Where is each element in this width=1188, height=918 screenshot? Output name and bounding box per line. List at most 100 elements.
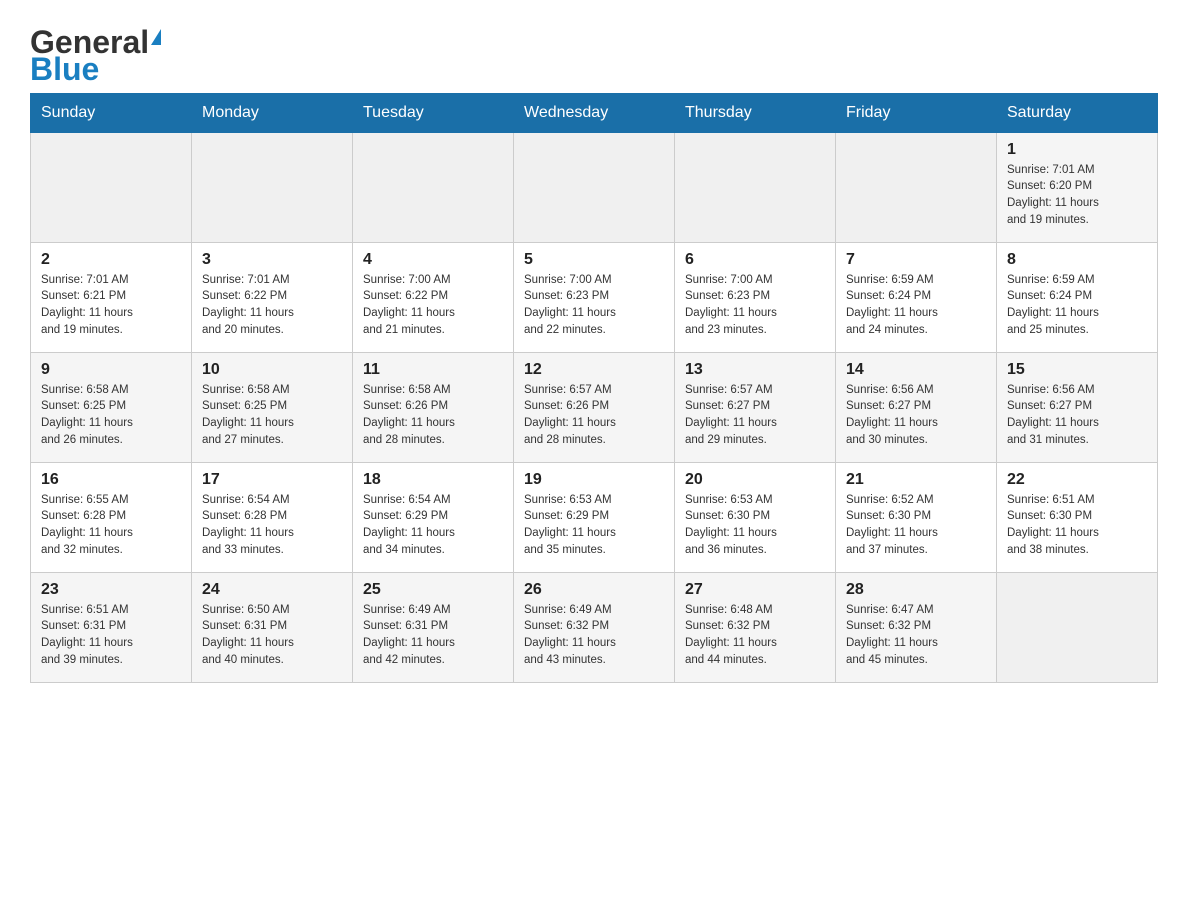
- calendar-cell: 9 Sunrise: 6:58 AM Sunset: 6:25 PM Daylig…: [31, 352, 192, 462]
- calendar-cell: 24 Sunrise: 6:50 AM Sunset: 6:31 PM Dayli…: [192, 572, 353, 682]
- calendar-cell: 27 Sunrise: 6:48 AM Sunset: 6:32 PM Dayli…: [675, 572, 836, 682]
- weekday-header-monday: Monday: [192, 93, 353, 132]
- calendar-cell: 15 Sunrise: 6:56 AM Sunset: 6:27 PM Dayli…: [997, 352, 1158, 462]
- day-number: 14: [846, 361, 986, 379]
- day-info: Sunrise: 6:48 AM Sunset: 6:32 PM Dayligh…: [685, 602, 825, 669]
- day-number: 9: [41, 361, 181, 379]
- day-number: 26: [524, 581, 664, 599]
- day-number: 12: [524, 361, 664, 379]
- day-info: Sunrise: 6:53 AM Sunset: 6:29 PM Dayligh…: [524, 492, 664, 559]
- week-row-3: 9 Sunrise: 6:58 AM Sunset: 6:25 PM Daylig…: [31, 352, 1158, 462]
- day-info: Sunrise: 6:59 AM Sunset: 6:24 PM Dayligh…: [1007, 272, 1147, 339]
- calendar-cell: 23Sunrise: 6:51 AM Sunset: 6:31 PM Dayli…: [31, 572, 192, 682]
- day-info: Sunrise: 6:49 AM Sunset: 6:31 PM Dayligh…: [363, 602, 503, 669]
- calendar-cell: 16 Sunrise: 6:55 AM Sunset: 6:28 PM Dayli…: [31, 462, 192, 572]
- day-number: 11: [363, 361, 503, 379]
- calendar-cell: 1Sunrise: 7:01 AM Sunset: 6:20 PM Daylig…: [997, 132, 1158, 242]
- day-number: 15: [1007, 361, 1147, 379]
- calendar-cell: 26 Sunrise: 6:49 AM Sunset: 6:32 PM Dayli…: [514, 572, 675, 682]
- day-number: 6: [685, 251, 825, 269]
- calendar-cell: 8 Sunrise: 6:59 AM Sunset: 6:24 PM Daylig…: [997, 242, 1158, 352]
- day-number: 25: [363, 581, 503, 599]
- calendar-cell: [31, 132, 192, 242]
- calendar-cell: 4 Sunrise: 7:00 AM Sunset: 6:22 PM Daylig…: [353, 242, 514, 352]
- calendar-cell: [997, 572, 1158, 682]
- weekday-header-saturday: Saturday: [997, 93, 1158, 132]
- day-number: 28: [846, 581, 986, 599]
- day-number: 16: [41, 471, 181, 489]
- day-info: Sunrise: 6:54 AM Sunset: 6:28 PM Dayligh…: [202, 492, 342, 559]
- day-info: Sunrise: 6:59 AM Sunset: 6:24 PM Dayligh…: [846, 272, 986, 339]
- day-info: Sunrise: 6:51 AM Sunset: 6:30 PM Dayligh…: [1007, 492, 1147, 559]
- day-info: Sunrise: 6:49 AM Sunset: 6:32 PM Dayligh…: [524, 602, 664, 669]
- weekday-header-tuesday: Tuesday: [353, 93, 514, 132]
- calendar-cell: 19 Sunrise: 6:53 AM Sunset: 6:29 PM Dayli…: [514, 462, 675, 572]
- day-info: Sunrise: 7:01 AM Sunset: 6:20 PM Dayligh…: [1007, 162, 1147, 229]
- day-number: 18: [363, 471, 503, 489]
- calendar-cell: 21 Sunrise: 6:52 AM Sunset: 6:30 PM Dayli…: [836, 462, 997, 572]
- week-row-2: 2 Sunrise: 7:01 AM Sunset: 6:21 PM Daylig…: [31, 242, 1158, 352]
- calendar-cell: 2 Sunrise: 7:01 AM Sunset: 6:21 PM Daylig…: [31, 242, 192, 352]
- calendar-cell: 12 Sunrise: 6:57 AM Sunset: 6:26 PM Dayli…: [514, 352, 675, 462]
- weekday-header-wednesday: Wednesday: [514, 93, 675, 132]
- day-info: Sunrise: 6:51 AM Sunset: 6:31 PM Dayligh…: [41, 602, 181, 669]
- calendar-cell: [675, 132, 836, 242]
- calendar-cell: [836, 132, 997, 242]
- calendar-cell: 14Sunrise: 6:56 AM Sunset: 6:27 PM Dayli…: [836, 352, 997, 462]
- day-info: Sunrise: 6:47 AM Sunset: 6:32 PM Dayligh…: [846, 602, 986, 669]
- day-number: 10: [202, 361, 342, 379]
- day-info: Sunrise: 6:58 AM Sunset: 6:25 PM Dayligh…: [41, 382, 181, 449]
- day-number: 5: [524, 251, 664, 269]
- day-info: Sunrise: 6:57 AM Sunset: 6:26 PM Dayligh…: [524, 382, 664, 449]
- day-info: Sunrise: 6:56 AM Sunset: 6:27 PM Dayligh…: [1007, 382, 1147, 449]
- calendar-cell: 18 Sunrise: 6:54 AM Sunset: 6:29 PM Dayli…: [353, 462, 514, 572]
- day-info: Sunrise: 6:54 AM Sunset: 6:29 PM Dayligh…: [363, 492, 503, 559]
- day-info: Sunrise: 6:53 AM Sunset: 6:30 PM Dayligh…: [685, 492, 825, 559]
- logo: General Blue: [30, 24, 161, 83]
- calendar-cell: 5 Sunrise: 7:00 AM Sunset: 6:23 PM Daylig…: [514, 242, 675, 352]
- weekday-header-sunday: Sunday: [31, 93, 192, 132]
- calendar-cell: [353, 132, 514, 242]
- day-info: Sunrise: 7:00 AM Sunset: 6:23 PM Dayligh…: [685, 272, 825, 339]
- calendar-cell: 13Sunrise: 6:57 AM Sunset: 6:27 PM Dayli…: [675, 352, 836, 462]
- week-row-1: 1Sunrise: 7:01 AM Sunset: 6:20 PM Daylig…: [31, 132, 1158, 242]
- day-info: Sunrise: 7:00 AM Sunset: 6:23 PM Dayligh…: [524, 272, 664, 339]
- day-number: 22: [1007, 471, 1147, 489]
- calendar-cell: [192, 132, 353, 242]
- calendar-cell: 28 Sunrise: 6:47 AM Sunset: 6:32 PM Dayli…: [836, 572, 997, 682]
- calendar-cell: 20 Sunrise: 6:53 AM Sunset: 6:30 PM Dayli…: [675, 462, 836, 572]
- calendar-cell: 22 Sunrise: 6:51 AM Sunset: 6:30 PM Dayli…: [997, 462, 1158, 572]
- calendar-cell: [514, 132, 675, 242]
- day-info: Sunrise: 6:52 AM Sunset: 6:30 PM Dayligh…: [846, 492, 986, 559]
- weekday-header-row: SundayMondayTuesdayWednesdayThursdayFrid…: [31, 93, 1158, 132]
- calendar-cell: 11Sunrise: 6:58 AM Sunset: 6:26 PM Dayli…: [353, 352, 514, 462]
- day-info: Sunrise: 6:55 AM Sunset: 6:28 PM Dayligh…: [41, 492, 181, 559]
- calendar-cell: 7 Sunrise: 6:59 AM Sunset: 6:24 PM Daylig…: [836, 242, 997, 352]
- day-info: Sunrise: 6:57 AM Sunset: 6:27 PM Dayligh…: [685, 382, 825, 449]
- day-info: Sunrise: 7:00 AM Sunset: 6:22 PM Dayligh…: [363, 272, 503, 339]
- weekday-header-thursday: Thursday: [675, 93, 836, 132]
- day-number: 21: [846, 471, 986, 489]
- day-info: Sunrise: 7:01 AM Sunset: 6:21 PM Dayligh…: [41, 272, 181, 339]
- day-number: 7: [846, 251, 986, 269]
- day-info: Sunrise: 6:50 AM Sunset: 6:31 PM Dayligh…: [202, 602, 342, 669]
- day-info: Sunrise: 6:58 AM Sunset: 6:25 PM Dayligh…: [202, 382, 342, 449]
- day-number: 4: [363, 251, 503, 269]
- day-number: 24: [202, 581, 342, 599]
- calendar-cell: 25 Sunrise: 6:49 AM Sunset: 6:31 PM Dayli…: [353, 572, 514, 682]
- day-number: 3: [202, 251, 342, 269]
- calendar-cell: 10 Sunrise: 6:58 AM Sunset: 6:25 PM Dayli…: [192, 352, 353, 462]
- day-info: Sunrise: 7:01 AM Sunset: 6:22 PM Dayligh…: [202, 272, 342, 339]
- calendar-cell: 17 Sunrise: 6:54 AM Sunset: 6:28 PM Dayli…: [192, 462, 353, 572]
- day-number: 17: [202, 471, 342, 489]
- day-number: 8: [1007, 251, 1147, 269]
- day-number: 2: [41, 251, 181, 269]
- day-number: 20: [685, 471, 825, 489]
- day-number: 19: [524, 471, 664, 489]
- calendar-table: SundayMondayTuesdayWednesdayThursdayFrid…: [30, 93, 1158, 683]
- week-row-4: 16 Sunrise: 6:55 AM Sunset: 6:28 PM Dayli…: [31, 462, 1158, 572]
- weekday-header-friday: Friday: [836, 93, 997, 132]
- calendar-cell: 3 Sunrise: 7:01 AM Sunset: 6:22 PM Daylig…: [192, 242, 353, 352]
- day-number: 27: [685, 581, 825, 599]
- week-row-5: 23Sunrise: 6:51 AM Sunset: 6:31 PM Dayli…: [31, 572, 1158, 682]
